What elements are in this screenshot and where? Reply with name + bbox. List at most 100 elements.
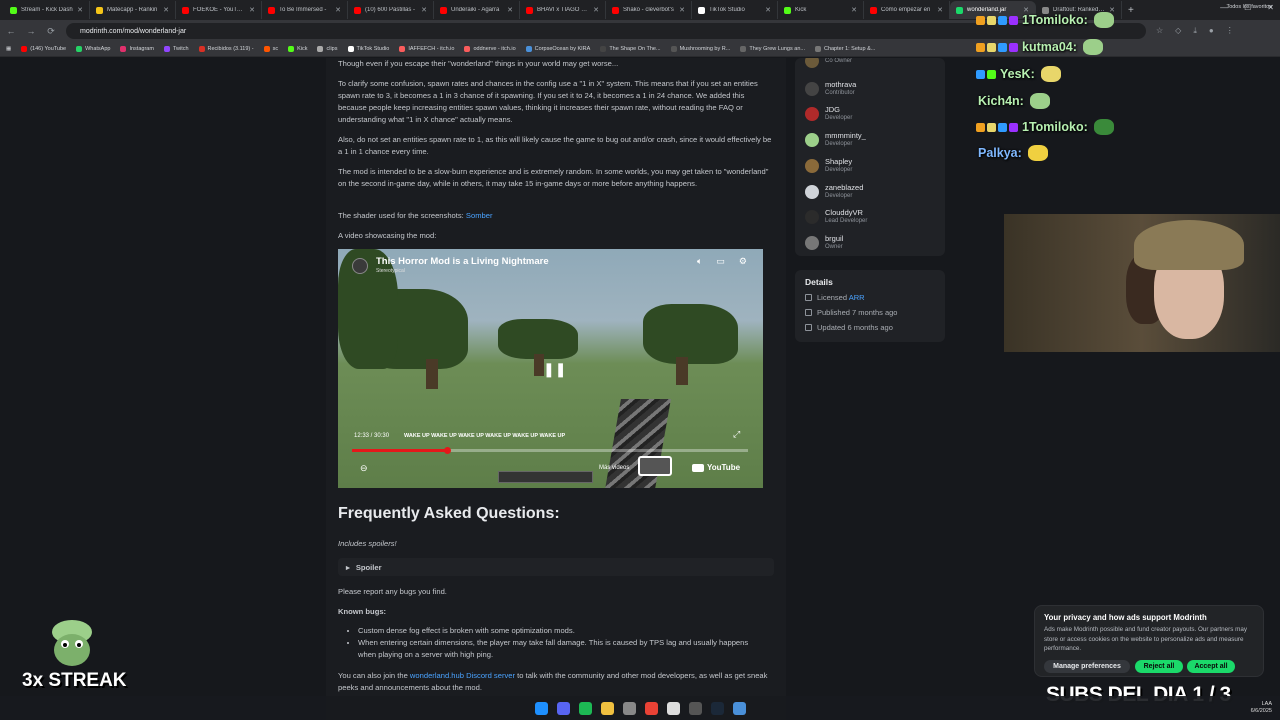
back-icon[interactable]: ← — [6, 26, 16, 36]
chrome-icon[interactable] — [644, 701, 658, 715]
video-channel[interactable]: Stereotypical — [376, 268, 405, 274]
youtube-logo[interactable]: YouTube — [692, 463, 740, 472]
browser-tab[interactable]: (10) 600 Pastillas - ✕ — [348, 1, 434, 19]
tab-close-icon[interactable]: ✕ — [679, 6, 685, 14]
captions-icon[interactable]: ▭ — [716, 256, 725, 267]
video-progress-knob[interactable] — [444, 447, 452, 454]
bookmark-item[interactable]: Mushrooming by R... — [670, 46, 730, 52]
member-item[interactable]: mmmminty_ Developer — [805, 131, 866, 148]
bookmark-item[interactable]: TikTok Studio — [347, 46, 390, 52]
members-card: Co Owner mothrava Contributor JDG Developer m… — [795, 58, 945, 256]
bookmark-item[interactable]: They Grew Lungs an... — [740, 46, 805, 52]
bookmark-item[interactable]: CorpseOcean by KIRA — [525, 46, 590, 52]
tab-close-icon[interactable]: ✕ — [335, 6, 341, 14]
member-item[interactable]: zaneblazed Developer — [805, 183, 863, 200]
bookmark-item[interactable]: Twitch — [163, 46, 189, 52]
tab-close-icon[interactable]: ✕ — [507, 6, 513, 14]
profile-icon[interactable]: ● — [1209, 26, 1214, 36]
member-item[interactable]: JDG Developer — [805, 105, 852, 122]
menu-icon[interactable]: ⋮ — [1226, 26, 1234, 36]
browser-tab[interactable]: Underaiki - Agarra ✕ — [434, 1, 520, 19]
star-icon[interactable]: ☆ — [1156, 26, 1163, 36]
bookmark-item[interactable]: The Shape On The... — [600, 46, 661, 52]
chat-emote-icon — [1027, 145, 1048, 161]
reject-all-button[interactable]: Reject all — [1135, 660, 1183, 673]
browser-tab[interactable]: To Be Immersed - ✕ — [262, 1, 348, 19]
notepad-icon[interactable] — [666, 701, 680, 715]
member-item[interactable]: mothrava Contributor — [805, 80, 856, 97]
browser-tab[interactable]: BHAVI x TIAGO PZK ✕ — [520, 1, 606, 19]
obs-icon[interactable] — [688, 701, 702, 715]
browser-tab[interactable]: TikTok Studio ✕ — [692, 1, 778, 19]
browser-tab[interactable]: Stream - Kick Dash ✕ — [4, 1, 90, 19]
tab-close-icon[interactable]: ✕ — [77, 6, 83, 14]
tab-label: To Be Immersed - — [279, 7, 327, 13]
video-title[interactable]: This Horror Mod is a Living Nightmare — [376, 256, 549, 267]
download-icon[interactable]: ⤓ — [1193, 26, 1197, 36]
forward-icon[interactable]: → — [26, 26, 36, 36]
tab-close-icon[interactable]: ✕ — [163, 6, 169, 14]
spoiler-toggle[interactable]: ▸ Spoiler — [338, 558, 774, 576]
extensions-icon[interactable]: ◇ — [1175, 26, 1181, 36]
shader-link[interactable]: Somber — [466, 211, 493, 220]
video-progress-bar[interactable] — [352, 447, 748, 454]
bookmark-item[interactable]: (146) YouTube — [21, 46, 66, 52]
bookmark-item[interactable]: Kick — [288, 46, 307, 52]
discord-icon[interactable] — [556, 701, 570, 715]
fullscreen-icon[interactable]: ⤢ — [733, 429, 740, 440]
app-icon[interactable] — [622, 701, 636, 715]
more-videos-strip[interactable] — [498, 471, 593, 483]
discord-link[interactable]: wonderland.hub Discord server — [410, 671, 515, 680]
bookmark-item[interactable]: clips — [317, 46, 338, 52]
link-icon[interactable]: ⊖ — [360, 463, 368, 474]
browser-tab[interactable]: FOEKOE - YouTube ✕ — [176, 1, 262, 19]
video-top-controls: 🔈︎ ▭ ⚙︎ — [697, 256, 747, 267]
pause-icon[interactable]: ❚❚ — [543, 361, 566, 378]
tab-close-icon[interactable]: ✕ — [937, 6, 943, 14]
new-tab-icon[interactable]: + — [1128, 5, 1134, 16]
mod-description: Though even if you escape their "wonderl… — [326, 58, 786, 720]
youtube-embed[interactable]: This Horror Mod is a Living Nightmare St… — [338, 249, 763, 488]
member-item[interactable]: ClouddyVR Lead Developer — [805, 208, 867, 225]
bookmark-item[interactable]: WhatsApp — [76, 46, 110, 52]
member-item[interactable]: Co Owner — [805, 58, 852, 68]
bookmark-label: TikTok Studio — [356, 46, 390, 52]
bookmark-item[interactable]: Chapter 1: Setup &... — [814, 46, 875, 52]
bookmark-favicon-icon — [399, 46, 406, 52]
member-item[interactable]: Shapley Developer — [805, 157, 852, 174]
tab-close-icon[interactable]: ✕ — [421, 6, 427, 14]
file-explorer-icon[interactable] — [600, 701, 614, 715]
privacy-title: Your privacy and how ads support Modrint… — [1044, 613, 1207, 622]
tab-close-icon[interactable]: ✕ — [765, 6, 771, 14]
tab-close-icon[interactable]: ✕ — [249, 6, 255, 14]
all-bookmarks[interactable]: Todos los favoritos — [1226, 4, 1272, 10]
manage-preferences-button[interactable]: Manage preferences — [1044, 660, 1130, 673]
tray-language[interactable]: LAA — [1251, 701, 1272, 708]
details-card: Details Licensed ARR Published 7 months … — [795, 270, 945, 342]
license-link[interactable]: ARR — [849, 293, 865, 302]
browser-tab[interactable]: Shako - cleverbot's ✕ — [606, 1, 692, 19]
accept-all-button[interactable]: Accept all — [1187, 660, 1235, 673]
tab-close-icon[interactable]: ✕ — [593, 6, 599, 14]
bookmark-item[interactable]: Recibidos (3.119) - — [198, 46, 254, 52]
apps-icon[interactable]: ▦ — [6, 46, 11, 52]
more-videos-thumbnail[interactable] — [638, 456, 672, 476]
reload-icon[interactable]: ⟳ — [46, 26, 56, 37]
app-icon[interactable] — [732, 701, 746, 715]
channel-avatar[interactable] — [352, 258, 368, 274]
volume-icon[interactable]: 🔈︎ — [697, 256, 702, 267]
member-item[interactable]: brguil Owner — [805, 234, 843, 251]
bookmark-item[interactable]: Instagram — [120, 46, 154, 52]
bookmark-item[interactable]: IAFFEFCH - itch.io — [399, 46, 454, 52]
windows-start-icon[interactable] — [534, 701, 548, 715]
tab-close-icon[interactable]: ✕ — [851, 6, 857, 14]
spotify-icon[interactable] — [578, 701, 592, 715]
bookmark-item[interactable]: oddnerve - itch.io — [464, 46, 516, 52]
bookmark-item[interactable]: sc — [263, 46, 278, 52]
steam-icon[interactable] — [710, 701, 724, 715]
browser-tab[interactable]: Kick ✕ — [778, 1, 864, 19]
browser-tab[interactable]: Matecapp - Rankin ✕ — [90, 1, 176, 19]
more-videos-label[interactable]: Más videos — [599, 465, 629, 471]
settings-gear-icon[interactable]: ⚙︎ — [739, 256, 747, 267]
browser-tab[interactable]: Cómo empezar en ✕ — [864, 1, 950, 19]
